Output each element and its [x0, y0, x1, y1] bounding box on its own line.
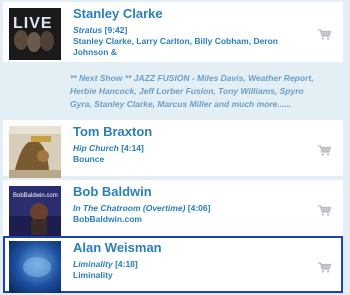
album-cover: BobBaldwin.com — [9, 186, 61, 238]
track-title-line: Liminality [4:18] — [73, 259, 311, 270]
track-card-stanley-clarke[interactable]: LIVE Stanley Clarke Stratus [9:42] Stanl… — [3, 2, 343, 62]
album-cover — [9, 126, 61, 178]
cart-icon[interactable] — [318, 29, 331, 40]
artist-name[interactable]: Bob Baldwin — [73, 184, 313, 200]
track-title-line: In The Chatroom (Overtime) [4:06] — [73, 203, 313, 214]
track-duration: [9:42] — [104, 25, 128, 35]
track-title: Hip Church — [73, 143, 119, 153]
track-title: Stratus — [73, 25, 103, 35]
track-title-line: Stratus [9:42] — [73, 25, 313, 36]
album-name: Stanley Clarke, Larry Carlton, Billy Cob… — [73, 36, 279, 57]
cover-site-text: BobBaldwin.com — [13, 193, 58, 199]
track-title: Liminality — [73, 259, 113, 269]
album-name: Bounce — [73, 154, 105, 164]
track-title: In The Chatroom (Overtime) — [73, 203, 186, 213]
artist-name[interactable]: Tom Braxton — [73, 124, 313, 140]
next-show-note: ** Next Show ** JAZZ FUSION - Miles Davi… — [70, 73, 314, 109]
artist-name[interactable]: Alan Weisman — [73, 240, 311, 256]
cover-live-text: LIVE — [13, 15, 53, 32]
track-duration: [4:06] — [187, 203, 211, 213]
track-duration: [4:18] — [115, 259, 138, 269]
track-card-alan-weisman[interactable]: Alan Weisman Liminality [4:18] Liminalit… — [3, 236, 343, 293]
album-cover — [9, 241, 61, 293]
track-card-bob-baldwin[interactable]: BobBaldwin.com Bob Baldwin In The Chatro… — [3, 180, 343, 238]
artist-name[interactable]: Stanley Clarke — [73, 6, 313, 22]
track-duration: [4:14] — [121, 143, 144, 153]
track-title-line: Hip Church [4:14] — [73, 143, 313, 154]
cart-icon[interactable] — [318, 205, 331, 216]
album-name: Liminality — [73, 270, 113, 280]
album-name: BobBaldwin.com — [73, 214, 142, 224]
track-card-tom-braxton[interactable]: Tom Braxton Hip Church [4:14] Bounce — [3, 120, 343, 178]
album-cover: LIVE — [9, 8, 61, 60]
cart-icon[interactable] — [318, 262, 331, 273]
cart-icon[interactable] — [318, 145, 331, 156]
